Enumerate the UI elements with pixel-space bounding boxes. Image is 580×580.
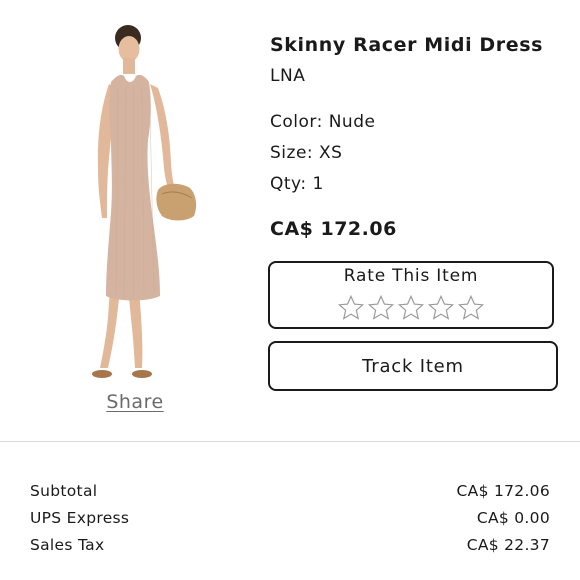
product-color: Color: Nude: [270, 112, 376, 132]
share-link[interactable]: Share: [94, 391, 176, 413]
summary-value: CA$ 22.37: [466, 536, 550, 554]
product-title[interactable]: Skinny Racer Midi Dress: [270, 34, 543, 56]
clutch-bag: [156, 183, 197, 221]
product-size: Size: XS: [270, 143, 343, 163]
product-price: CA$ 172.06: [270, 218, 397, 240]
summary-value: CA$ 0.00: [476, 509, 550, 527]
product-qty: Qty: 1: [270, 174, 324, 194]
star-icon[interactable]: [337, 294, 365, 322]
star-icon[interactable]: [427, 294, 455, 322]
star-icon[interactable]: [397, 294, 425, 322]
summary-value: CA$ 172.06: [456, 482, 550, 500]
summary-label: Sales Tax: [30, 536, 105, 554]
star-rating[interactable]: [270, 294, 552, 322]
track-item-button[interactable]: Track Item: [268, 341, 558, 391]
section-divider: [0, 441, 580, 442]
product-brand: LNA: [270, 66, 306, 86]
summary-label: Subtotal: [30, 482, 98, 500]
model-left-leg: [100, 288, 120, 368]
star-icon[interactable]: [457, 294, 485, 322]
summary-label: UPS Express: [30, 509, 130, 527]
summary-row-subtotal: Subtotal CA$ 172.06: [30, 482, 550, 504]
product-image[interactable]: [78, 18, 208, 388]
summary-row-tax: Sales Tax CA$ 22.37: [30, 536, 550, 558]
model-neck: [123, 58, 135, 74]
summary-row-shipping: UPS Express CA$ 0.00: [30, 509, 550, 531]
star-icon[interactable]: [367, 294, 395, 322]
rate-item-title: Rate This Item: [343, 266, 479, 286]
right-sandal: [132, 370, 152, 378]
rate-item-panel: Rate This Item: [268, 261, 554, 329]
left-sandal: [92, 370, 112, 378]
